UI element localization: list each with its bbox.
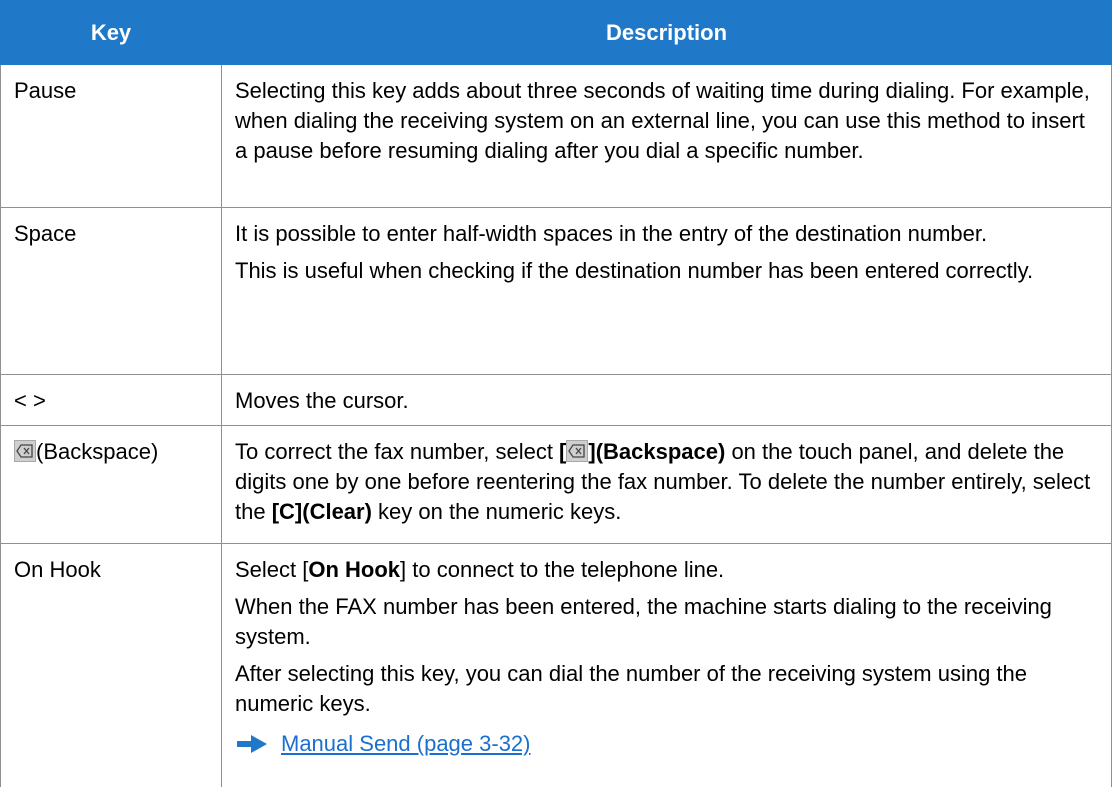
desc-onhook: Select [On Hook] to connect to the telep… [221, 543, 1112, 787]
desc-backspace-bold2: [C](Clear) [271, 499, 372, 524]
right-arrow-icon [237, 735, 267, 753]
header-description: Description [221, 0, 1112, 65]
key-pause: Pause [0, 64, 222, 208]
desc-space: It is possible to enter half-width space… [221, 207, 1112, 375]
table-row-onhook: On Hook Select [On Hook] to connect to t… [0, 543, 1112, 787]
backspace-icon [566, 440, 589, 462]
desc-onhook-p1a: Select [ [235, 557, 309, 582]
desc-space-p1: It is possible to enter half-width space… [235, 221, 988, 246]
header-key: Key [0, 0, 222, 65]
desc-onhook-p1: Select [On Hook] to connect to the telep… [235, 555, 1097, 585]
table-row-space: Space It is possible to enter half-width… [0, 207, 1112, 375]
manual-send-link[interactable]: Manual Send (page 3-32) [281, 729, 531, 759]
desc-backspace-t3: key on the numeric keys. [371, 499, 622, 524]
desc-onhook-p3: After selecting this key, you can dial t… [235, 661, 1027, 716]
desc-backspace-bold1: ](Backspace) [588, 439, 726, 464]
key-description-table: Key Description Pause Selecting this key… [0, 0, 1112, 787]
cross-reference: Manual Send (page 3-32) [235, 729, 1097, 759]
desc-cursor: Moves the cursor. [221, 374, 1112, 426]
table-row-backspace: (Backspace) To correct the fax number, s… [0, 425, 1112, 544]
desc-backspace-t1: To correct the fax number, select [235, 439, 560, 464]
desc-pause: Selecting this key adds about three seco… [221, 64, 1112, 208]
key-space: Space [0, 207, 222, 375]
desc-onhook-p2: When the FAX number has been entered, th… [235, 594, 1052, 649]
key-onhook: On Hook [0, 543, 222, 787]
desc-backspace-open-bracket: [ [559, 439, 567, 464]
desc-backspace: To correct the fax number, select [ ](Ba… [221, 425, 1112, 544]
table-row-pause: Pause Selecting this key adds about thre… [0, 64, 1112, 208]
table-header-row: Key Description [0, 0, 1112, 65]
table-row-cursor: < > Moves the cursor. [0, 374, 1112, 426]
key-backspace: (Backspace) [0, 425, 222, 544]
backspace-icon [14, 440, 36, 462]
key-backspace-label: (Backspace) [36, 439, 159, 464]
desc-onhook-p1b: ] to connect to the telephone line. [400, 557, 725, 582]
key-cursor: < > [0, 374, 222, 426]
desc-space-p2: This is useful when checking if the dest… [235, 258, 1034, 283]
desc-onhook-p1-bold: On Hook [308, 557, 401, 582]
